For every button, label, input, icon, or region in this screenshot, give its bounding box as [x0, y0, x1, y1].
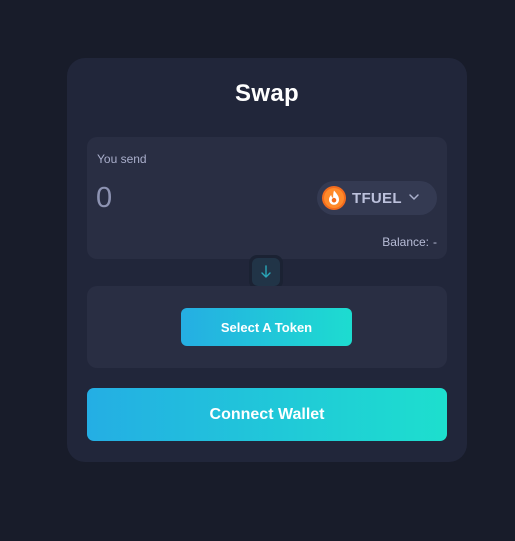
send-amount-input[interactable] — [96, 180, 246, 216]
tfuel-flame-icon — [322, 186, 346, 210]
select-token-button[interactable]: Select A Token — [181, 308, 352, 346]
balance-label: Balance: — [382, 235, 429, 249]
send-label: You send — [97, 152, 147, 166]
balance-row: Balance: - — [378, 235, 437, 249]
token-name: TFUEL — [352, 190, 402, 207]
swap-title: Swap — [235, 80, 299, 107]
send-panel: You send TFUEL Balance:- — [87, 137, 447, 259]
arrow-down-icon — [261, 265, 271, 278]
token-select-tfuel[interactable]: TFUEL — [317, 181, 437, 215]
switch-direction-button[interactable] — [249, 255, 283, 289]
swap-card: Swap You send TFUEL Balance:- — [67, 58, 467, 462]
connect-wallet-button[interactable]: Connect Wallet — [87, 388, 447, 441]
receive-panel: Select A Token — [87, 286, 447, 368]
balance-value: - — [433, 235, 437, 249]
switch-button-inner — [252, 258, 280, 286]
chevron-down-icon — [409, 194, 419, 200]
